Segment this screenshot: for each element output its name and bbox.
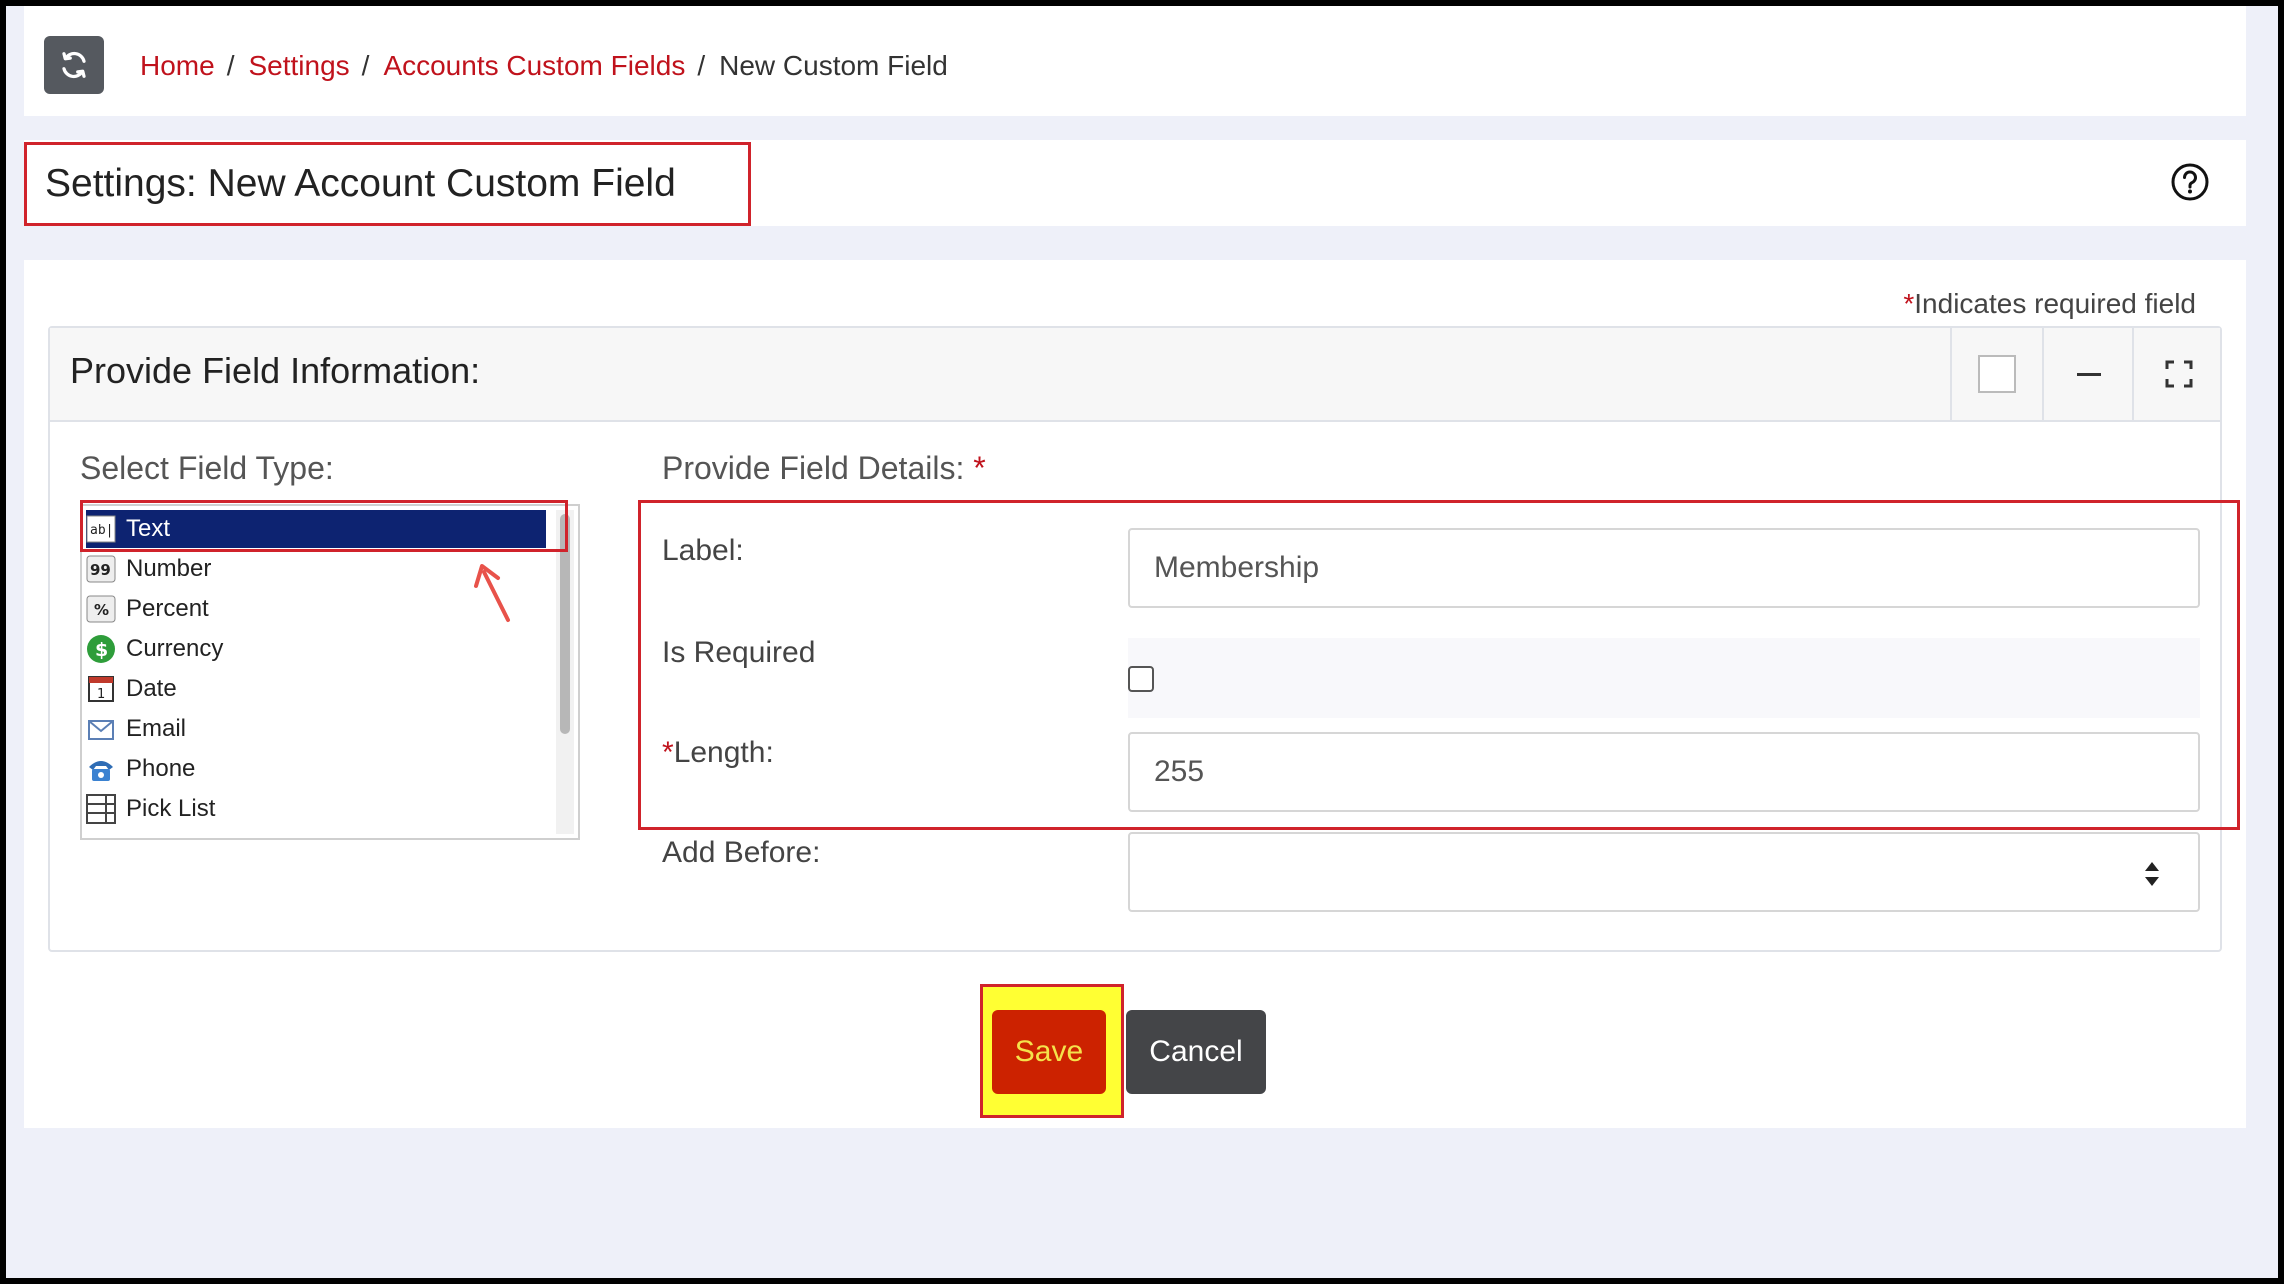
breadcrumb-separator: /: [697, 50, 706, 81]
list-item-label: Currency: [126, 635, 224, 662]
list-item-text[interactable]: ab| Text: [86, 510, 546, 548]
refresh-button[interactable]: [44, 36, 104, 94]
pointer-arrow-icon: [474, 564, 510, 622]
cancel-button[interactable]: Cancel: [1126, 1010, 1266, 1094]
select-sort-icon: [2145, 862, 2159, 886]
required-star: *: [662, 736, 674, 769]
list-item-label: Email: [126, 715, 187, 742]
currency-icon: $: [86, 634, 116, 664]
list-item-currency[interactable]: $ Currency: [86, 630, 546, 668]
panel-select-toggle[interactable]: [1950, 328, 2042, 420]
breadcrumb-separator: /: [361, 50, 370, 81]
help-icon[interactable]: [2170, 162, 2210, 202]
list-item-label: Percent: [126, 595, 209, 622]
page-header: Settings: New Account Custom Field: [24, 140, 2246, 226]
field-type-label: Select Field Type:: [80, 450, 334, 486]
label-field-label: Label:: [662, 534, 744, 567]
label-input[interactable]: Membership: [1128, 528, 2200, 608]
breadcrumb-current: New Custom Field: [719, 50, 948, 81]
svg-text:%: %: [94, 601, 109, 619]
list-item-label: Pick List: [126, 795, 216, 822]
length-label-text: Length:: [673, 736, 774, 769]
svg-text:1: 1: [97, 687, 105, 702]
panel-title: Provide Field Information:: [70, 350, 481, 391]
list-item-label: Phone: [126, 755, 196, 782]
expand-icon: [2165, 360, 2193, 388]
is-required-label: Is Required: [662, 636, 816, 669]
panel-checkbox[interactable]: [1978, 355, 2016, 393]
list-item-email[interactable]: Email: [86, 710, 546, 748]
page-title-highlight: Settings: New Account Custom Field: [24, 142, 751, 226]
field-info-panel: Provide Field Information: Select Field …: [48, 326, 2240, 952]
page-title: Settings: New Account Custom Field: [45, 162, 676, 205]
required-field-note: *Indicates required field: [1903, 288, 2196, 320]
field-details-label: Provide Field Details: *: [662, 450, 986, 487]
percent-icon: %: [86, 594, 116, 624]
breadcrumb: Home / Settings / Accounts Custom Fields…: [140, 50, 948, 82]
list-item-phone[interactable]: Phone: [86, 750, 546, 788]
list-item-label: Date: [126, 675, 177, 702]
list-item-label: Text: [126, 515, 171, 542]
list-scroll-thumb[interactable]: [560, 514, 570, 734]
is-required-row: [1128, 638, 2200, 718]
panel-minimize-button[interactable]: [2042, 328, 2134, 420]
refresh-icon: [62, 51, 86, 79]
svg-text:$: $: [95, 639, 108, 661]
pick-list-icon: [86, 794, 116, 824]
add-before-label: Add Before:: [662, 836, 821, 869]
app-screen: Home / Settings / Accounts Custom Fields…: [6, 6, 2278, 1278]
list-item-pick-list[interactable]: Pick List: [86, 790, 546, 828]
breadcrumb-home[interactable]: Home: [140, 50, 215, 82]
breadcrumb-accounts-custom-fields[interactable]: Accounts Custom Fields: [383, 50, 685, 82]
calendar-icon: 1: [86, 674, 116, 704]
is-required-checkbox[interactable]: [1128, 666, 1154, 692]
add-before-select[interactable]: [1128, 832, 2200, 912]
breadcrumb-bar: Home / Settings / Accounts Custom Fields…: [24, 6, 2246, 116]
breadcrumb-settings[interactable]: Settings: [248, 50, 349, 82]
required-star: *: [973, 450, 986, 486]
list-item-label: Number: [126, 555, 212, 582]
length-input[interactable]: 255: [1128, 732, 2200, 812]
panel-fullscreen-button[interactable]: [2132, 328, 2224, 420]
list-scrollbar[interactable]: [556, 510, 574, 834]
phone-icon: [86, 754, 116, 784]
field-details-text: Provide Field Details:: [662, 450, 965, 486]
svg-text:99: 99: [90, 561, 111, 579]
required-note-text: Indicates required field: [1914, 288, 2196, 319]
minus-icon: [2077, 372, 2101, 376]
required-star: *: [1903, 288, 1915, 319]
save-button[interactable]: Save: [992, 1010, 1106, 1094]
number-icon: 99: [86, 554, 116, 584]
list-item-date[interactable]: 1 Date: [86, 670, 546, 708]
breadcrumb-separator: /: [226, 50, 235, 81]
panel-header: Provide Field Information:: [50, 328, 2220, 422]
envelope-icon: [86, 714, 116, 744]
text-field-icon: ab|: [86, 514, 116, 544]
field-type-list[interactable]: ab| Text 99 Number % Percent $ Currency …: [80, 504, 580, 840]
form-card: *Indicates required field Provide Field …: [24, 260, 2246, 1128]
length-field-label: *Length:: [662, 736, 774, 770]
svg-text:ab|: ab|: [90, 523, 113, 538]
